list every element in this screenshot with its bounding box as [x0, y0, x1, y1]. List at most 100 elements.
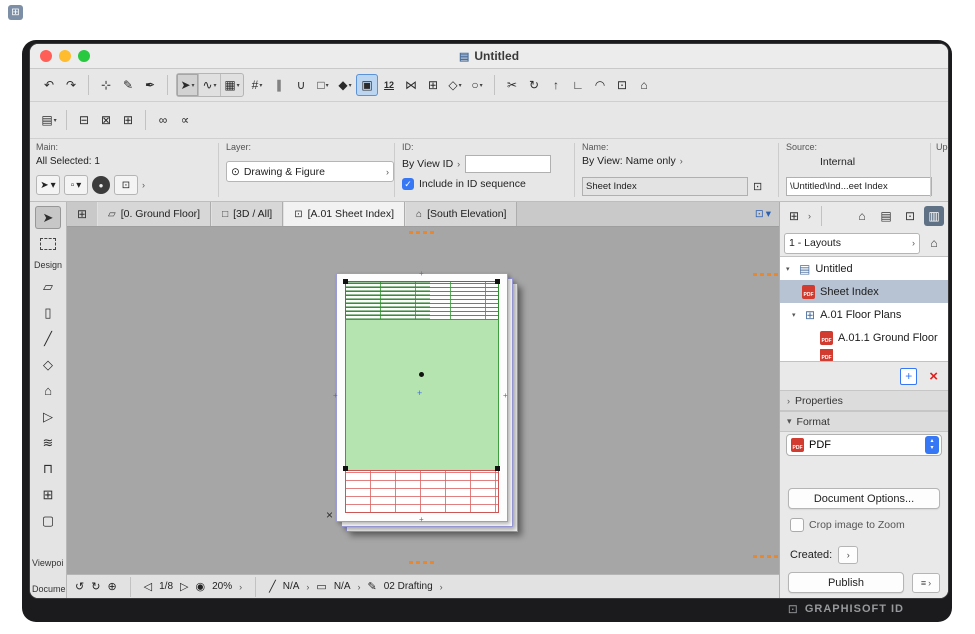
trace-reference-icon[interactable]: ▣ [356, 74, 378, 96]
center-handle[interactable] [419, 372, 424, 377]
name-field[interactable]: Sheet Index [582, 177, 748, 196]
id-mode-dropdown[interactable]: By View ID› [402, 158, 460, 170]
pen-set-value[interactable]: N/A [283, 581, 300, 592]
gravity-icon[interactable]: ∪ [290, 74, 312, 96]
arrow-snap-button[interactable]: ➤▾ [177, 74, 199, 96]
place-drawing-icon[interactable]: ⊟ [73, 109, 95, 131]
chevron-right-icon[interactable]: › [142, 180, 145, 190]
fillet-icon[interactable]: ◠ [589, 74, 611, 96]
zoom-in-icon[interactable]: ⊕ [107, 580, 116, 593]
rotate-icon[interactable]: ↻ [523, 74, 545, 96]
zoom-level[interactable]: 20% [212, 581, 232, 592]
active-layer-value[interactable]: 02 Drafting [384, 581, 433, 592]
favorites-button[interactable]: ⊡ [114, 175, 138, 195]
tab-sheet-index[interactable]: ⊡[A.01 Sheet Index] [283, 202, 405, 226]
tab-overview-icon[interactable]: ⊞ [67, 202, 97, 226]
delete-item-icon[interactable]: × [929, 368, 938, 385]
corner-icon[interactable]: ∟ [567, 74, 589, 96]
print-layout-button[interactable]: ▤▾ [38, 109, 60, 131]
home-layout-icon[interactable]: ⌂ [924, 233, 944, 253]
layout-canvas[interactable]: + + + + + × [67, 227, 779, 574]
publisher-icon[interactable]: ▥ [924, 206, 944, 226]
project-chooser-icon[interactable]: ⊞ [784, 206, 804, 226]
redo-icon[interactable]: ↷ [60, 74, 82, 96]
created-expand-button[interactable]: › [838, 546, 858, 564]
wall-tool[interactable]: ▱ [35, 275, 61, 298]
drawing-link-icon[interactable]: ⊡ [753, 180, 762, 193]
next-layout-icon[interactable]: ▷ [180, 580, 188, 593]
inject-parameters-icon[interactable]: ✒ [139, 74, 161, 96]
add-layout-icon[interactable]: + [900, 368, 917, 385]
layout-book-icon[interactable]: ⊡ [900, 206, 920, 226]
split-icon[interactable]: ✂ [501, 74, 523, 96]
pen-set-icon[interactable]: ╱ [269, 580, 276, 593]
coordinate-values-button[interactable]: ▦▾ [221, 74, 243, 96]
zoom-lens-icon[interactable]: ◉ [196, 580, 206, 593]
tree-item-untitled[interactable]: ▾ ▤ Untitled [780, 257, 948, 280]
selection-handle[interactable] [495, 279, 500, 284]
chevron-right-icon[interactable]: › [808, 211, 811, 221]
layout-sheet[interactable]: + + + + + [336, 273, 508, 522]
name-mode-dropdown[interactable]: By View: Name only› [582, 155, 683, 167]
view-map-icon[interactable]: ▤ [876, 206, 896, 226]
tree-item-sheet-index[interactable]: PDF Sheet Index [780, 280, 948, 303]
chevron-down-icon[interactable]: ▾ [792, 311, 800, 319]
project-map-icon[interactable]: ⌂ [852, 206, 872, 226]
tab-ground-floor[interactable]: ▱[0. Ground Floor] [97, 202, 211, 226]
layouts-dropdown[interactable]: 1 - Layouts › [784, 233, 920, 254]
arrow-tool-mini-button[interactable]: ➤▾ [36, 175, 60, 195]
source-path-field[interactable]: \Untitled\Ind...eet Index [786, 177, 932, 196]
source-mode[interactable]: Internal [820, 156, 855, 168]
select-tool[interactable]: ➤ [35, 206, 61, 229]
tree-item-ground-floor[interactable]: PDF A.01.1 Ground Floor [780, 326, 948, 349]
tree-item-partial[interactable]: PDF [780, 349, 948, 361]
shell-tool-button[interactable]: ○▾ [466, 74, 488, 96]
include-id-checkbox[interactable]: ✓ [402, 178, 414, 190]
marquee-tool[interactable] [35, 232, 61, 255]
chevron-right-icon[interactable]: › [440, 582, 443, 592]
format-select[interactable]: PDF PDF ▴▾ [786, 434, 942, 456]
tab-menu-button[interactable]: ⊡▾ [747, 202, 779, 226]
frame-options-button[interactable]: □▾ [312, 74, 334, 96]
slab-tool[interactable]: ◇ [35, 353, 61, 376]
tree-item-floor-plans[interactable]: ▾ ⊞ A.01 Floor Plans [780, 303, 948, 326]
chevron-right-icon[interactable]: › [358, 582, 361, 592]
elevate-icon[interactable]: ↑ [545, 74, 567, 96]
publish-options-button[interactable]: ≡› [912, 573, 940, 593]
pen-set-button[interactable]: ◆▾ [334, 74, 356, 96]
selection-handle[interactable] [343, 279, 348, 284]
break-link-icon[interactable]: ∝ [174, 109, 196, 131]
layer-dropdown[interactable]: ⊙ Drawing & Figure › [226, 161, 394, 182]
object-tool[interactable]: ▢ [35, 509, 61, 532]
line-tool[interactable]: ╱ [35, 327, 61, 350]
id-input[interactable] [465, 155, 551, 173]
door-tool[interactable]: ▯ [35, 301, 61, 324]
document-options-button[interactable]: Document Options... [788, 488, 940, 509]
link-drawing-icon[interactable]: ∞ [152, 109, 174, 131]
element-id-icon[interactable]: 12 [378, 74, 400, 96]
minimize-window-button[interactable] [59, 50, 71, 62]
undo-icon[interactable]: ↶ [38, 74, 60, 96]
properties-section-header[interactable]: › Properties [780, 390, 948, 411]
arrange-elements-icon[interactable]: ⊞ [422, 74, 444, 96]
home-view-icon[interactable]: ⌂ [633, 74, 655, 96]
mesh-tool[interactable]: ▷ [35, 405, 61, 428]
scale-icon[interactable]: ▭ [316, 580, 326, 593]
marquee-mini-button[interactable]: ▫▾ [64, 175, 88, 195]
update-drawing-icon[interactable]: ⊠ [95, 109, 117, 131]
previous-view-icon[interactable]: ↺ [75, 580, 84, 593]
guide-lines-icon[interactable]: ∥ [268, 74, 290, 96]
pick-up-parameters-icon[interactable]: ✎ [117, 74, 139, 96]
crop-checkbox[interactable] [790, 518, 804, 532]
relative-construction-button[interactable]: ∿▾ [199, 74, 221, 96]
desktop-shortcut-icon[interactable]: ⊞ [8, 5, 23, 20]
railing-tool[interactable]: ⊓ [35, 457, 61, 480]
tab-3d-all[interactable]: □[3D / All] [211, 202, 283, 226]
morph-tool-button[interactable]: ◇▾ [444, 74, 466, 96]
chevron-right-icon[interactable]: › [306, 582, 309, 592]
chevron-right-icon[interactable]: › [239, 582, 242, 592]
selection-handle[interactable] [495, 466, 500, 471]
fit-in-window-icon[interactable]: ⋈ [400, 74, 422, 96]
next-view-icon[interactable]: ↻ [91, 580, 100, 593]
zoom-window-button[interactable] [78, 50, 90, 62]
